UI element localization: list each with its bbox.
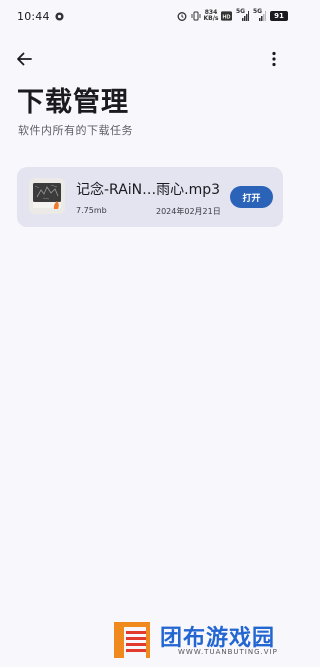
file-name: 记念-RAiN…雨心.mp3 xyxy=(76,182,221,198)
page-title: 下载管理 xyxy=(17,87,129,118)
signal-label-2: 5G xyxy=(253,8,263,15)
download-item-card[interactable]: 记念-RAiN…雨心.mp3 7.75mb 2024年02月21日 打开 xyxy=(17,167,283,227)
file-size: 7.75mb xyxy=(76,206,107,215)
back-button[interactable] xyxy=(12,47,36,71)
battery-indicator: 91 xyxy=(270,11,288,21)
alarm-icon xyxy=(177,11,187,21)
status-right: 834 KB/s HD 5G 5G 91 xyxy=(177,8,288,22)
wifi-icon: HD xyxy=(221,11,232,21)
watermark-logo-icon xyxy=(114,622,150,658)
watermark-url: WWW.TUANBUTING.VIP xyxy=(178,648,278,656)
signal-label-1: 5G xyxy=(236,8,246,15)
signal-icon-1: 5G xyxy=(236,8,249,21)
app-bar xyxy=(0,40,300,76)
more-vertical-icon xyxy=(272,51,276,67)
status-bar: 10:44 834 KB/s HD 5G 5G 91 xyxy=(0,0,300,32)
download-manager-screen: 10:44 834 KB/s HD 5G 5G 91 下载管理 软件内所有的下载… xyxy=(0,0,300,667)
svg-text:HD: HD xyxy=(223,14,231,20)
music-file-thumbnail-icon xyxy=(29,178,65,214)
status-left: 10:44 xyxy=(17,10,64,23)
notification-icon xyxy=(55,11,64,21)
signal-icon-2: 5G xyxy=(253,8,266,21)
page-subtitle: 软件内所有的下载任务 xyxy=(18,124,133,137)
status-time: 10:44 xyxy=(17,9,50,23)
watermark: 团布游戏园 WWW.TUANBUTING.VIP xyxy=(108,618,290,660)
vibrate-icon xyxy=(191,11,201,21)
open-button[interactable]: 打开 xyxy=(230,186,273,208)
file-date: 2024年02月21日 xyxy=(156,207,221,216)
arrow-left-icon xyxy=(17,52,32,66)
net-speed: 834 KB/s xyxy=(203,9,219,22)
more-options-button[interactable] xyxy=(262,47,286,71)
